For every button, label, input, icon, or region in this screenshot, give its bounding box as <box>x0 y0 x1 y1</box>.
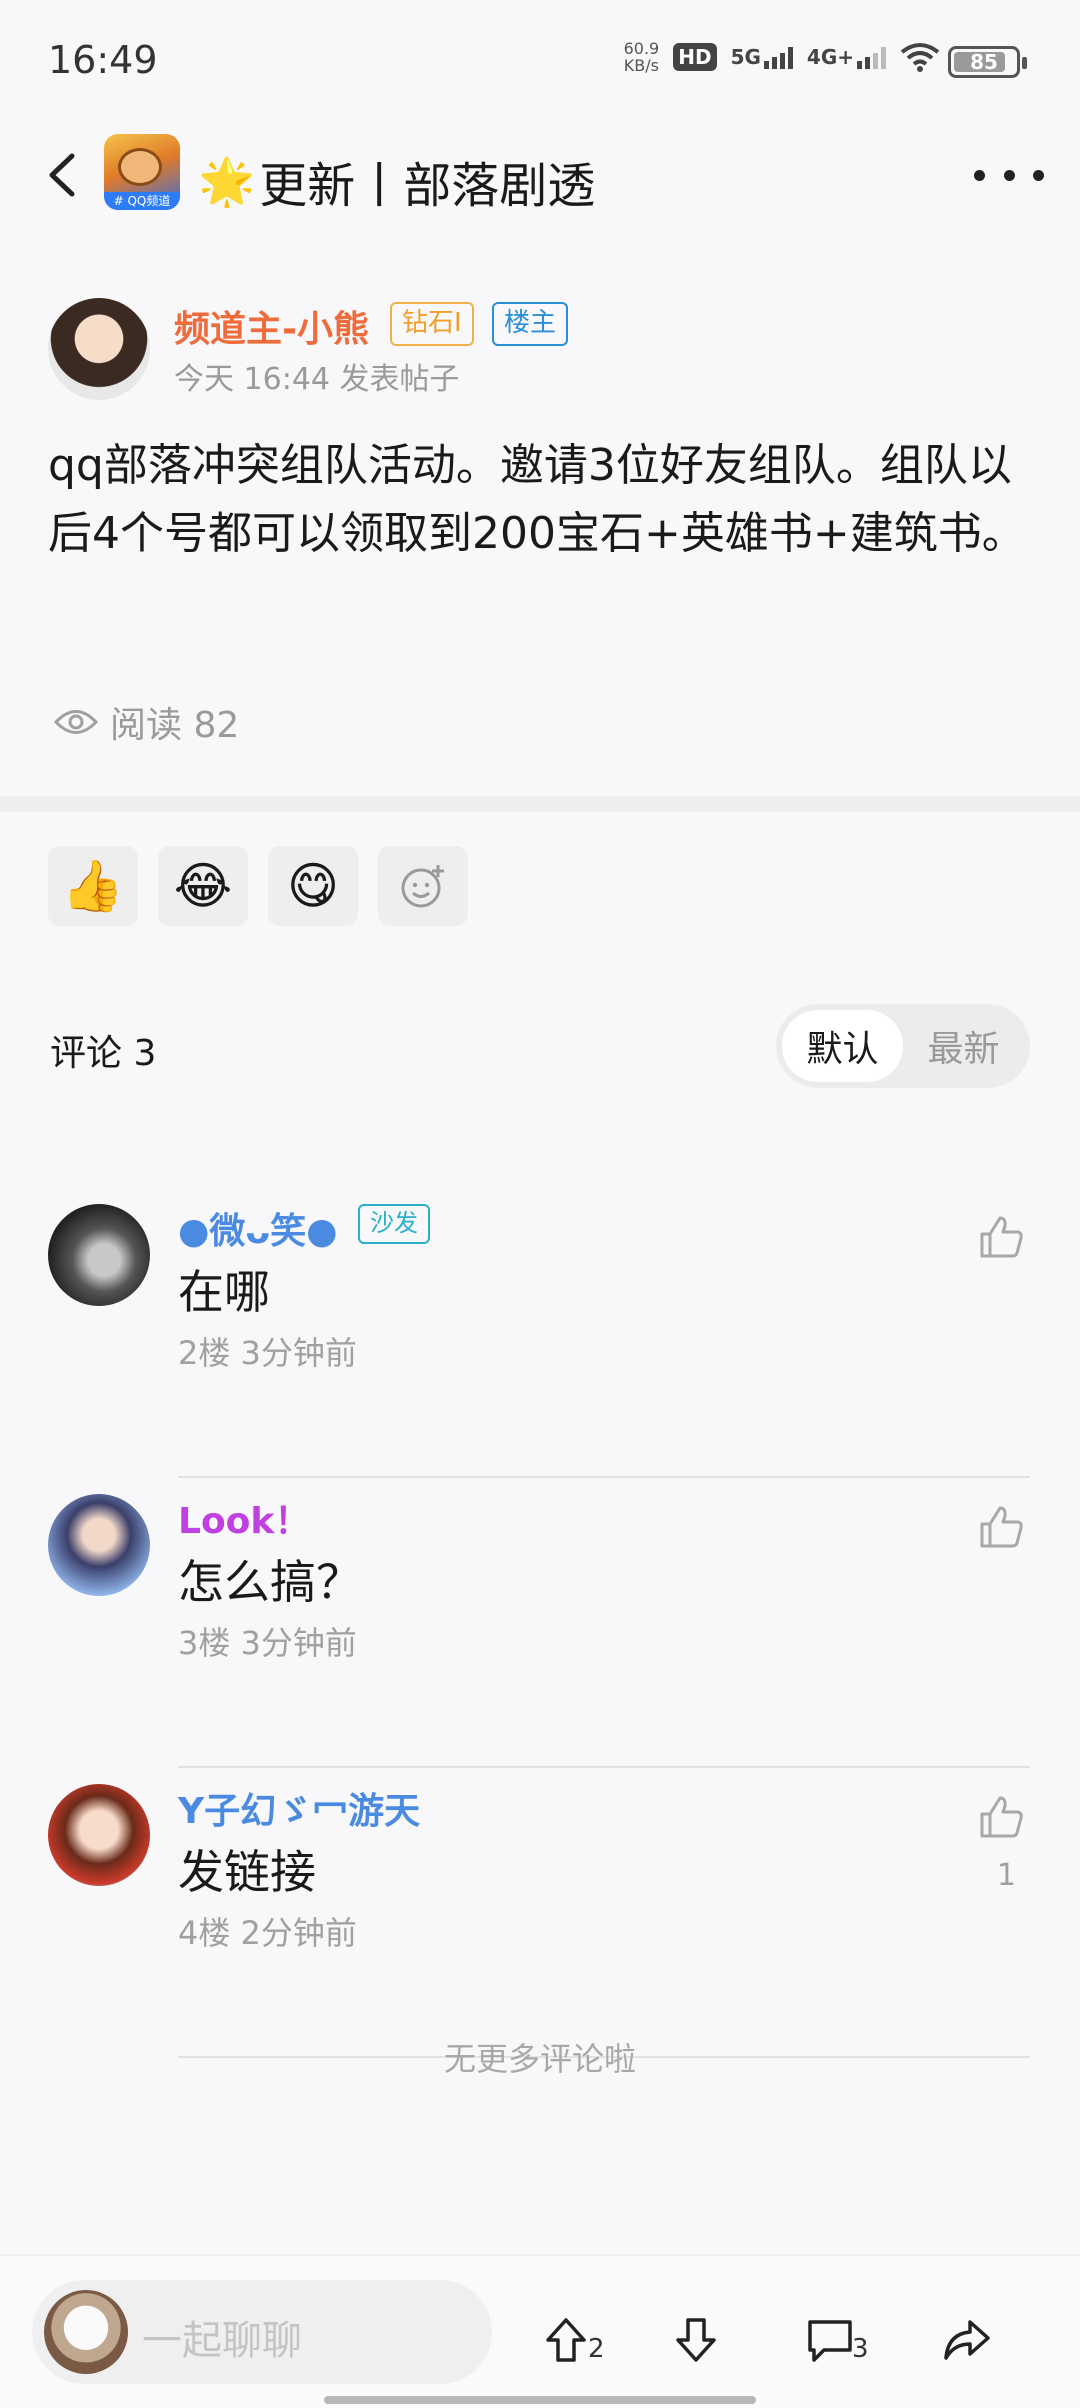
comment-bubble-icon <box>808 2320 852 2362</box>
signal-5g-icon: 5G <box>731 45 793 69</box>
laugh-reaction[interactable]: 😂 <box>158 846 248 926</box>
star-emoji-icon: 🌟 <box>198 153 256 208</box>
comment-button[interactable]: 3 <box>804 2296 884 2366</box>
back-arrow-icon[interactable] <box>30 140 100 210</box>
sofa-badge: 沙发 <box>358 1204 430 1244</box>
arrow-down-icon <box>676 2318 716 2362</box>
level-badge: 钻石Ⅰ <box>390 302 474 346</box>
like-count: 1 <box>996 1858 1016 1893</box>
eye-icon <box>54 710 98 734</box>
yum-reaction[interactable]: 😋 <box>268 846 358 926</box>
battery-icon: 85 <box>948 46 1027 78</box>
section-divider <box>0 796 1080 812</box>
post-time: 今天 16:44 发表帖子 <box>174 362 460 397</box>
comment-text: 怎么搞？ <box>178 1555 362 1609</box>
like-icon[interactable] <box>976 1502 1026 1552</box>
comment-count: 3 <box>852 2334 869 2364</box>
commenter-avatar[interactable] <box>48 1494 150 1596</box>
commenter-name[interactable]: ●微ᴗ笑● <box>178 1202 338 1254</box>
page-title: 🌟 更新丨部落剧透 <box>198 153 596 215</box>
bottom-action-bar: 一起聊聊 2 3 <box>0 2254 1080 2408</box>
arrow-up-icon <box>546 2318 586 2362</box>
add-reaction-button[interactable] <box>378 846 468 926</box>
add-emoji-icon <box>401 865 444 908</box>
status-icons: 60.9 KB/s HD 5G 4G+ <box>624 40 940 74</box>
upvote-button[interactable]: 2 <box>540 2296 620 2366</box>
comment-meta: 2楼 3分钟前 <box>178 1334 357 1372</box>
like-icon[interactable] <box>976 1212 1026 1262</box>
hd-icon: HD <box>673 43 717 71</box>
upvote-count: 2 <box>588 2334 605 2364</box>
like-icon[interactable] <box>976 1792 1026 1842</box>
share-button[interactable] <box>940 2296 1020 2366</box>
wifi-icon <box>900 43 940 72</box>
comment-item: ●微ᴗ笑● 沙发 在哪 2楼 3分钟前 <box>0 1188 1080 1478</box>
comment-meta: 3楼 3分钟前 <box>178 1624 357 1662</box>
no-more-comments: 无更多评论啦 <box>443 2040 636 2078</box>
comment-text: 发链接 <box>178 1845 316 1899</box>
read-count: 阅读 82 <box>54 696 239 748</box>
commenter-name[interactable]: Y子幻ゞ冖游天 <box>178 1782 420 1834</box>
net-speed: 60.9 KB/s <box>623 39 660 75</box>
downvote-button[interactable] <box>670 2296 750 2366</box>
author-name[interactable]: 频道主-小熊 <box>174 300 369 352</box>
sort-default-tab[interactable]: 默认 <box>782 1010 903 1082</box>
comments-title: 评论 3 <box>50 1033 157 1074</box>
commenter-avatar[interactable] <box>48 1784 150 1886</box>
share-arrow-icon <box>944 2320 990 2360</box>
home-indicator[interactable] <box>324 2396 756 2404</box>
more-options-icon[interactable] <box>974 160 1044 190</box>
thumbs-up-reaction[interactable]: 👍 <box>48 846 138 926</box>
owner-badge: 楼主 <box>492 302 569 346</box>
comment-input[interactable]: 一起聊聊 <box>32 2280 492 2384</box>
comment-sort-toggle: 默认 最新 <box>776 1004 1030 1088</box>
header: # QQ频道 🌟 更新丨部落剧透 <box>0 120 1080 230</box>
commenter-name[interactable]: Look！ <box>178 1492 310 1544</box>
comment-item: Look！ 怎么搞？ 3楼 3分钟前 <box>0 1478 1080 1768</box>
comment-input-placeholder: 一起聊聊 <box>142 2318 302 2364</box>
reaction-bar: 👍 😂 😋 <box>48 846 468 926</box>
status-time: 16:49 <box>48 38 158 82</box>
author-avatar[interactable] <box>48 298 150 400</box>
comment-item: Y子幻ゞ冖游天 发链接 4楼 2分钟前 1 <box>0 1768 1080 2058</box>
channel-app-icon[interactable]: # QQ频道 <box>104 134 180 210</box>
post-content: qq部落冲突组队活动。邀请3位好友组队。组队以后4个号都可以领取到200宝石+英… <box>48 440 1026 559</box>
sort-latest-tab[interactable]: 最新 <box>903 1010 1024 1082</box>
comment-meta: 4楼 2分钟前 <box>178 1914 357 1952</box>
my-avatar <box>44 2290 128 2374</box>
signal-4g-icon: 4G+ <box>807 45 886 69</box>
status-bar: 16:49 60.9 KB/s HD 5G 4G+ 85 <box>0 0 1080 120</box>
comment-text: 在哪 <box>178 1265 270 1319</box>
commenter-avatar[interactable] <box>48 1204 150 1306</box>
